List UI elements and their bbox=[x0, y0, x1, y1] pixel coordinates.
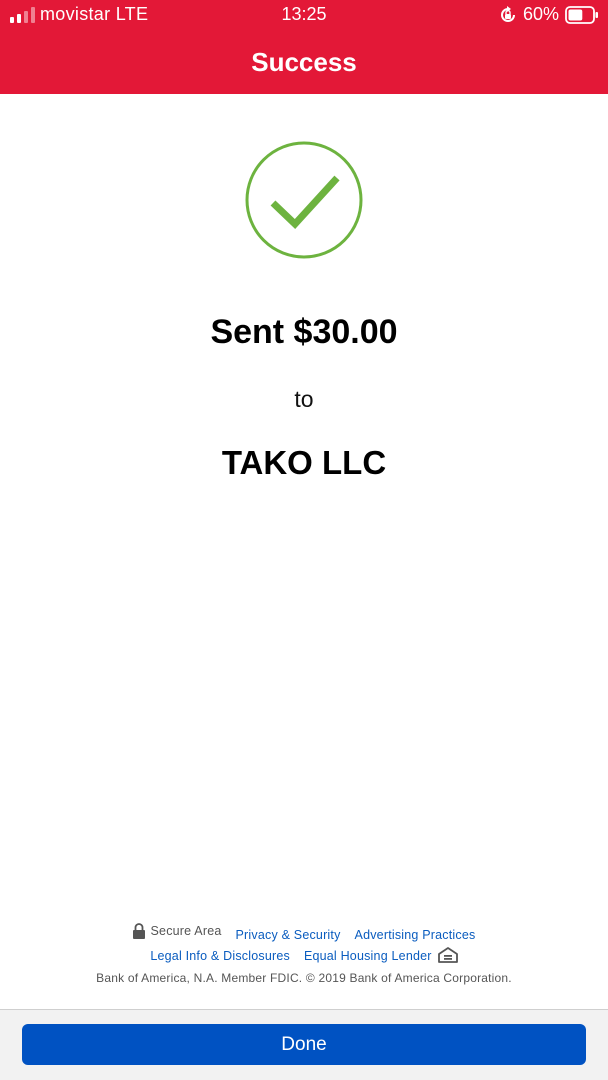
to-label: to bbox=[294, 386, 314, 412]
secure-area-label: Secure Area bbox=[150, 924, 222, 938]
footer-links-row-1: Secure Area Privacy & Security Advertisin… bbox=[0, 923, 608, 942]
footer-links-row-2: Legal Info & Disclosures Equal Housing Le… bbox=[0, 947, 608, 963]
status-bar: movistar LTE 13:25 60% bbox=[0, 0, 608, 30]
advertising-practices-link[interactable]: Advertising Practices bbox=[355, 928, 476, 942]
done-button[interactable]: Done bbox=[22, 1024, 586, 1065]
legal-info-link[interactable]: Legal Info & Disclosures bbox=[150, 949, 290, 963]
secure-area: Secure Area bbox=[132, 923, 222, 939]
copyright-text: Bank of America, N.A. Member FDIC. © 201… bbox=[96, 971, 512, 985]
header: movistar LTE 13:25 60% Success bbox=[0, 0, 608, 94]
equal-housing-link[interactable]: Equal Housing Lender bbox=[304, 949, 432, 963]
sent-amount: Sent $30.00 bbox=[210, 313, 398, 351]
privacy-security-link[interactable]: Privacy & Security bbox=[236, 928, 341, 942]
success-screen: movistar LTE 13:25 60% Success Sent $30.… bbox=[0, 0, 608, 1080]
battery-percentage: 60% bbox=[523, 4, 560, 24]
checkmark-circle-icon bbox=[245, 141, 363, 259]
lock-icon bbox=[132, 923, 145, 939]
recipient-name: TAKO LLC bbox=[221, 444, 387, 481]
battery-icon bbox=[565, 6, 598, 24]
rotation-lock-icon bbox=[501, 6, 515, 22]
page-title: Success bbox=[251, 47, 357, 77]
equal-housing-icon bbox=[437, 947, 458, 963]
